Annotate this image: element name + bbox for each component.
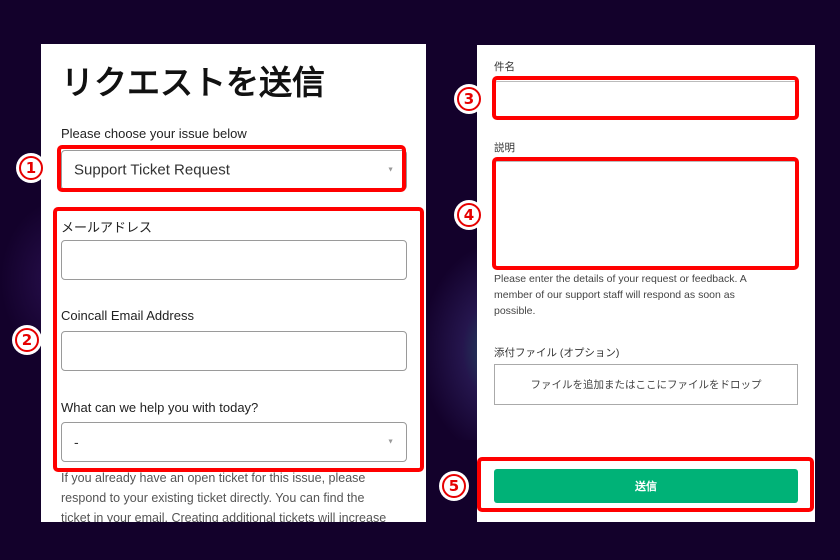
step-number: 3	[457, 87, 481, 111]
step-number: 2	[15, 328, 39, 352]
issue-label: Please choose your issue below	[61, 126, 247, 141]
chevron-down-icon: ▼	[387, 166, 394, 174]
email-label: メールアドレス	[61, 220, 153, 235]
step-number: 4	[457, 203, 481, 227]
description-help-line: member of our support staff will respond…	[494, 289, 735, 301]
description-label: 説明	[494, 142, 515, 154]
step-number: 1	[19, 156, 43, 180]
step-badge-2: 2	[12, 325, 42, 355]
description-input[interactable]	[495, 161, 797, 267]
submit-button[interactable]: 送信	[494, 469, 798, 503]
notice-line: respond to your existing ticket directly…	[61, 491, 365, 505]
page-title: リクエストを送信	[61, 63, 325, 102]
duplicate-ticket-notice: If you already have an open ticket for t…	[61, 468, 421, 522]
coincall-email-input[interactable]	[61, 331, 407, 371]
issue-select[interactable]: Support Ticket Request ▼	[61, 150, 407, 190]
chevron-down-icon: ▼	[387, 438, 394, 446]
issue-select-value: Support Ticket Request	[74, 161, 230, 179]
attachment-dropzone[interactable]: ファイルを追加またはここにファイルをドロップ	[494, 364, 798, 405]
coincall-email-label: Coincall Email Address	[61, 308, 194, 323]
request-form-left: リクエストを送信 Please choose your issue below …	[41, 44, 426, 522]
step-number: 5	[442, 474, 466, 498]
attachment-label: 添付ファイル (オプション)	[494, 347, 620, 359]
subject-label: 件名	[494, 61, 515, 73]
help-topic-select-value: -	[74, 434, 79, 450]
step-badge-5: 5	[439, 471, 469, 501]
help-topic-select[interactable]: - ▼	[61, 422, 407, 462]
email-input[interactable]	[61, 240, 407, 280]
notice-line: ticket in your email. Creating additiona…	[61, 511, 387, 522]
step-badge-1: 1	[16, 153, 46, 183]
description-help-line: possible.	[494, 305, 536, 317]
description-help-line: Please enter the details of your request…	[494, 273, 747, 285]
subject-input[interactable]	[495, 81, 797, 119]
step-badge-3: 3	[454, 84, 484, 114]
request-form-right: 件名 説明 Please enter the details of your r…	[477, 45, 815, 522]
description-help: Please enter the details of your request…	[494, 271, 804, 319]
step-badge-4: 4	[454, 200, 484, 230]
notice-line: If you already have an open ticket for t…	[61, 471, 366, 485]
help-label: What can we help you with today?	[61, 400, 259, 415]
